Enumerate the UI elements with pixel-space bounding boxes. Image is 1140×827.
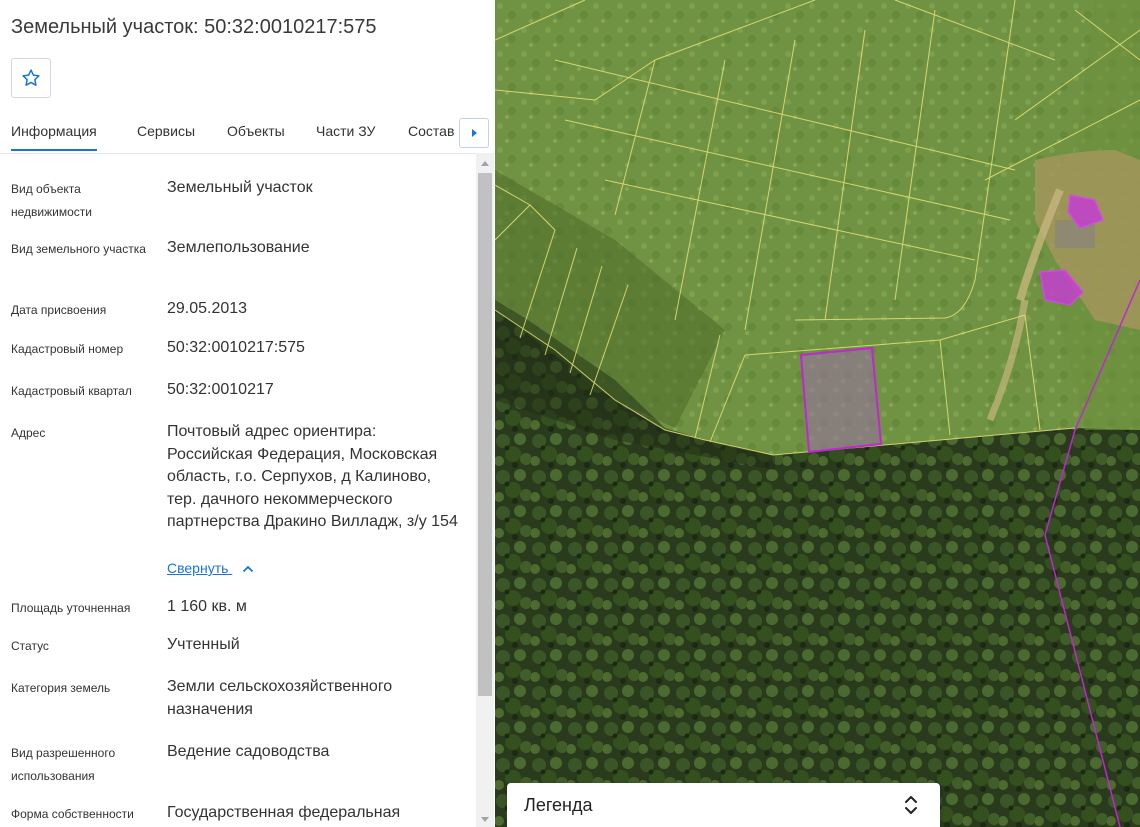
legend-title: Легенда bbox=[524, 795, 593, 815]
info-list: Вид объекта недвижимости Земельный участ… bbox=[0, 153, 476, 827]
land-kind-value: Землепользование bbox=[167, 239, 310, 256]
status-value: Учтенный bbox=[167, 636, 240, 653]
collapse-link[interactable]: Свернуть bbox=[167, 560, 254, 576]
status-label: Статус bbox=[11, 639, 49, 653]
info-scrollbar[interactable] bbox=[476, 153, 494, 827]
chevron-up-icon bbox=[243, 565, 254, 573]
unfold-icon[interactable] bbox=[901, 793, 921, 817]
legend-panel[interactable]: Легенда bbox=[507, 783, 940, 827]
star-outline-icon bbox=[22, 69, 40, 86]
scroll-up-arrow-icon[interactable] bbox=[476, 156, 494, 170]
object-type-label: Вид объекта недвижимости bbox=[11, 182, 92, 219]
tab-objects[interactable]: Объекты bbox=[227, 123, 285, 139]
caret-right-icon bbox=[472, 129, 477, 137]
permitted-use-value: Ведение садоводства bbox=[167, 743, 330, 760]
page-title: Земельный участок: 50:32:0010217:575 bbox=[11, 16, 377, 38]
tab-bar: Информация Сервисы Объекты Части ЗУ Сост… bbox=[0, 118, 495, 154]
assign-date-label: Дата присвоения bbox=[11, 303, 107, 317]
permitted-use-label: Вид разрешенного использования bbox=[11, 746, 116, 783]
tab-composition[interactable]: Состав bbox=[408, 123, 454, 139]
cadastral-quarter-value: 50:32:0010217 bbox=[167, 381, 274, 398]
cadastral-number-value: 50:32:0010217:575 bbox=[167, 339, 305, 356]
scroll-down-arrow-icon[interactable] bbox=[476, 813, 494, 827]
ownership-value: Государственная федеральная bbox=[167, 804, 401, 821]
scrollbar-thumb[interactable] bbox=[478, 173, 492, 696]
ownership-label: Форма собственности bbox=[11, 807, 134, 821]
area-label: Площадь уточненная bbox=[11, 601, 131, 615]
selected-parcel[interactable] bbox=[799, 346, 883, 454]
address-value: Почтовый адрес ориентира: Российская Фед… bbox=[167, 423, 458, 530]
category-value: Земли сельскохозяйственного назначения bbox=[167, 678, 393, 718]
area-value: 1 160 кв. м bbox=[167, 598, 247, 615]
address-label: Адрес bbox=[11, 426, 46, 440]
tab-info[interactable]: Информация bbox=[11, 123, 97, 151]
tabs-next-button[interactable] bbox=[459, 118, 489, 148]
cadastral-number-label: Кадастровый номер bbox=[11, 342, 124, 356]
object-type-value: Земельный участок bbox=[167, 179, 313, 196]
tab-parts[interactable]: Части ЗУ bbox=[316, 123, 375, 139]
tab-services[interactable]: Сервисы bbox=[137, 123, 195, 139]
assign-date-value: 29.05.2013 bbox=[167, 300, 248, 317]
info-panel: Земельный участок: 50:32:0010217:575 Инф… bbox=[0, 0, 495, 827]
cadastral-quarter-label: Кадастровый квартал bbox=[11, 384, 132, 398]
satellite-map[interactable] bbox=[495, 0, 1140, 827]
land-kind-label: Вид земельного участка bbox=[11, 242, 146, 256]
collapse-link-label: Свернуть bbox=[167, 560, 229, 576]
favorite-button[interactable] bbox=[11, 58, 51, 98]
map-canvas[interactable] bbox=[495, 0, 1140, 827]
category-label: Категория земель bbox=[11, 681, 111, 695]
